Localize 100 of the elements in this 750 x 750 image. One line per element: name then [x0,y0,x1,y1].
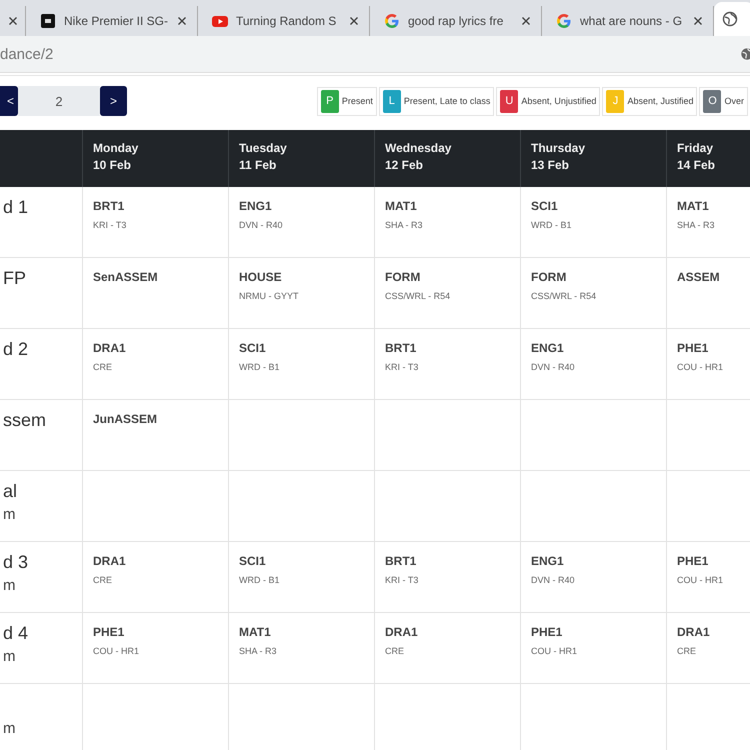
close-icon[interactable] [521,16,531,26]
subject-code: FORM [531,270,568,284]
subject-code: MAT1 [239,625,272,639]
period-time: m [2,577,16,594]
tab-title: Turning Random S [236,14,338,28]
tab-title: good rap lyrics fre [408,14,504,28]
subject-code: BRT1 [93,199,126,213]
browser-tab[interactable] [714,2,750,36]
g-logo-icon [384,13,400,29]
teacher-room: COU - HR1 [93,646,140,656]
day-label: Wednesday [385,141,452,155]
teacher-room: KRI - T3 [385,362,420,372]
period-label: ssem [2,410,48,431]
subject-code: FORM [385,270,422,284]
date-label: 13 Feb [531,158,570,172]
legend-label: Over [724,96,744,106]
date-label: 12 Feb [385,158,424,172]
g-logo-icon [556,13,572,29]
teacher-room: NRMU - GYYT [239,291,300,301]
teacher-room: DVN - R40 [531,362,576,372]
close-icon[interactable] [177,16,187,26]
status-badge: U [500,90,518,112]
period-label: FP [2,268,28,289]
period-time: m [2,648,16,665]
period-label: d 2 [2,339,30,360]
subject-code: MAT1 [677,199,710,213]
teacher-room: KRI - T3 [93,220,128,230]
subject-code: DRA1 [93,554,127,568]
teacher-room: CRE [677,646,698,656]
day-label: Tuesday [239,141,288,155]
teacher-room: CSS/WRL - R54 [531,291,598,301]
week-field[interactable]: 2 [18,86,100,116]
teacher-room: SHA - R3 [677,220,716,230]
globe-icon[interactable] [740,47,750,61]
subject-code: JunASSEM [93,412,158,426]
subject-code: SCI1 [239,341,267,355]
teacher-room: DVN - R40 [239,220,284,230]
teacher-room: SHA - R3 [239,646,278,656]
date-label: 14 Feb [677,158,716,172]
date-label: 10 Feb [93,158,132,172]
tab-title: Nike Premier II SG- [64,14,169,28]
day-label: Friday [677,141,714,155]
subject-code: HOUSE [239,270,283,284]
subject-code: SCI1 [531,199,559,213]
subject-code: BRT1 [385,341,418,355]
period-label: d 3 [2,552,30,573]
subject-code: PHE1 [677,554,710,568]
teacher-room: CRE [93,575,114,585]
teacher-room: WRD - B1 [531,220,572,230]
globe-icon [722,11,738,27]
status-badge: J [606,90,624,112]
period-time: m [2,506,16,523]
subject-code: BRT1 [385,554,418,568]
subject-code: PHE1 [93,625,126,639]
date-label: 11 Feb [239,158,278,172]
day-label: Monday [93,141,140,155]
close-icon[interactable] [349,16,359,26]
close-icon[interactable] [693,16,703,26]
period-label: d 4 [2,623,30,644]
legend-label: Present [342,96,373,106]
teacher-room: DVN - R40 [531,575,576,585]
status-badge: P [320,90,339,112]
teacher-room: COU - HR1 [677,362,724,372]
subject-code: PHE1 [531,625,564,639]
subject-code: DRA1 [385,625,419,639]
close-icon[interactable] [8,16,18,26]
teacher-room: COU - HR1 [531,646,578,656]
day-label: Thursday [531,141,586,155]
legend-label: Absent, Justified [627,96,694,106]
teacher-room: CSS/WRL - R54 [385,291,452,301]
subject-code: PHE1 [677,341,710,355]
period-label: d 1 [2,197,30,218]
teacher-room: CRE [385,646,406,656]
teacher-room: WRD - B1 [239,362,280,372]
dark-square-icon [40,13,56,29]
period-time: m [2,720,16,737]
teacher-room: COU - HR1 [677,575,724,585]
tab-title: what are nouns - G [580,14,684,28]
teacher-room: CRE [93,362,114,372]
subject-code: DRA1 [93,341,127,355]
play-icon [212,13,228,29]
legend-label: Present, Late to class [404,96,490,106]
address-bar[interactable]: dance/2 [0,36,750,73]
legend-label: Absent, Unjustified [521,96,596,106]
subject-code: DRA1 [677,625,711,639]
subject-code: ENG1 [531,341,565,355]
subject-code: SenASSEM [93,270,159,284]
subject-code: ASSEM [677,270,721,284]
subject-code: MAT1 [385,199,418,213]
previous-week-button[interactable]: < [0,86,18,116]
subject-code: ENG1 [239,199,273,213]
status-badge: L [382,90,401,112]
url-text: dance/2 [0,46,54,62]
status-badge: O [703,90,722,112]
period-label: al [2,481,18,502]
teacher-room: KRI - T3 [385,575,420,585]
teacher-room: WRD - B1 [239,575,280,585]
teacher-room: SHA - R3 [385,220,424,230]
subject-code: SCI1 [239,554,267,568]
next-week-button[interactable]: > [100,86,127,116]
